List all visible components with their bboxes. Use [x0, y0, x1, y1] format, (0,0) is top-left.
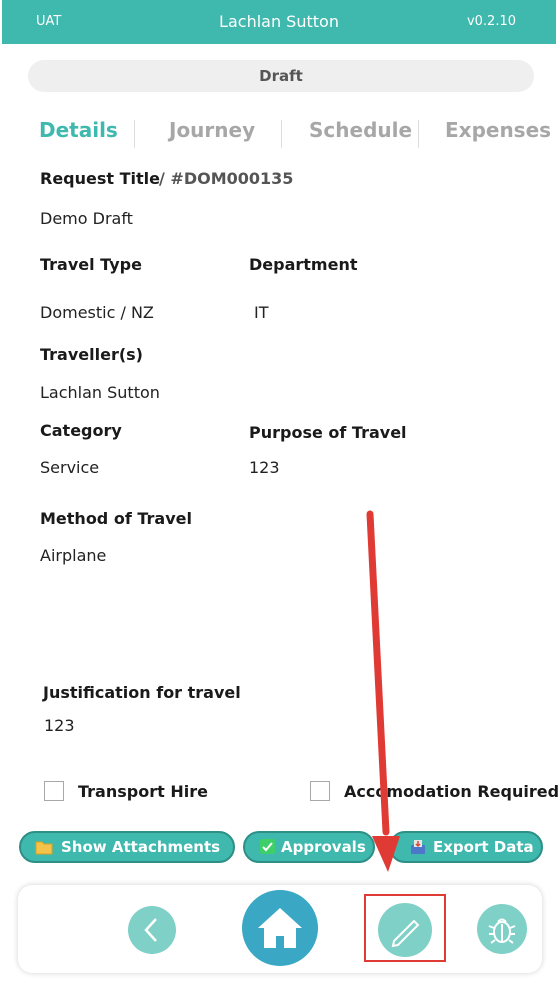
- edit-button-highlight: [364, 894, 446, 962]
- tab-expenses[interactable]: Expenses: [445, 118, 551, 142]
- travellers-label: Traveller(s): [40, 345, 143, 364]
- folder-icon: [35, 841, 53, 855]
- purpose-value: 123: [249, 458, 280, 477]
- back-icon: [144, 918, 157, 942]
- method-value: Airplane: [40, 546, 107, 565]
- tab-details[interactable]: Details: [39, 118, 118, 142]
- checkbox-checked-icon: [260, 839, 275, 854]
- justification-label: Justification for travel: [43, 683, 241, 702]
- travel-type-label: Travel Type: [40, 255, 142, 274]
- tab-divider: [134, 120, 135, 148]
- home-icon: [258, 908, 302, 948]
- travellers-value: Lachlan Sutton: [40, 383, 160, 402]
- tab-journey[interactable]: Journey: [169, 118, 255, 142]
- department-label: Department: [249, 255, 358, 274]
- accommodation-checkbox[interactable]: [310, 781, 330, 801]
- bug-icon: [488, 918, 516, 944]
- department-value: IT: [254, 303, 269, 322]
- export-icon: [411, 840, 425, 854]
- home-button[interactable]: [242, 890, 318, 966]
- export-data-button[interactable]: Export Data: [389, 831, 543, 863]
- justification-value: 123: [44, 716, 75, 735]
- status-badge: Draft: [28, 60, 534, 92]
- request-id: / #DOM000135: [159, 169, 294, 188]
- transport-hire-checkbox[interactable]: [44, 781, 64, 801]
- export-data-label: Export Data: [433, 838, 534, 856]
- transport-hire-label: Transport Hire: [78, 782, 208, 801]
- tab-divider: [281, 120, 282, 148]
- purpose-label: Purpose of Travel: [249, 423, 407, 442]
- category-label: Category: [40, 421, 122, 440]
- tab-schedule[interactable]: Schedule: [309, 118, 412, 142]
- travel-type-value: Domestic / NZ: [40, 303, 154, 322]
- show-attachments-label: Show Attachments: [61, 838, 221, 856]
- method-label: Method of Travel: [40, 509, 192, 528]
- app-version: v0.2.10: [466, 14, 516, 29]
- approvals-button[interactable]: Approvals: [243, 831, 375, 863]
- approvals-label: Approvals: [281, 838, 366, 856]
- tab-bar: Details Journey Schedule Expenses: [0, 118, 558, 152]
- bug-report-button[interactable]: [477, 904, 527, 954]
- back-button[interactable]: [128, 906, 176, 954]
- tab-divider: [418, 120, 419, 148]
- request-title-label: Request Title: [40, 169, 160, 188]
- request-title-value: Demo Draft: [40, 209, 133, 228]
- accommodation-label: Accomodation Required: [344, 782, 558, 801]
- app-header: UAT Lachlan Sutton v0.2.10: [2, 0, 556, 44]
- show-attachments-button[interactable]: Show Attachments: [19, 831, 235, 863]
- category-value: Service: [40, 458, 100, 477]
